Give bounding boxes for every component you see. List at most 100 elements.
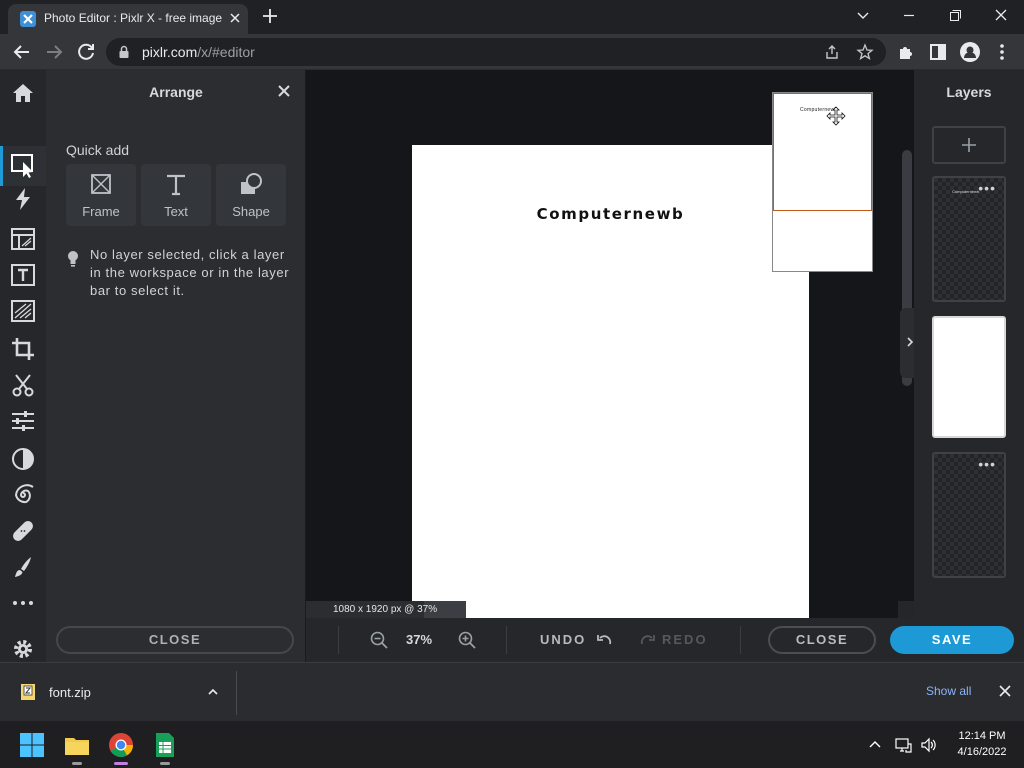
window-close-icon[interactable]: [978, 0, 1024, 32]
lock-icon: [118, 45, 130, 59]
layers-title: Layers: [946, 84, 992, 100]
layer-thumbnail-background[interactable]: [932, 316, 1006, 438]
arrange-icon[interactable]: [10, 152, 36, 178]
url-domain: pixlr.com: [142, 44, 198, 60]
expand-layers-toggle[interactable]: [900, 308, 914, 378]
arrange-panel: Arrange Quick add Frame Text Shape No la…: [46, 70, 306, 662]
layout-icon[interactable]: [10, 226, 36, 252]
minimize-icon[interactable]: [886, 0, 932, 32]
share-icon[interactable]: [824, 44, 840, 60]
quick-add-shape-button[interactable]: Shape: [216, 164, 286, 226]
layer-text-preview: Computernewb: [952, 189, 980, 194]
redo-button[interactable]: REDO: [662, 632, 708, 647]
zoom-level[interactable]: 37%: [406, 632, 432, 647]
cutout-icon[interactable]: [10, 372, 36, 398]
shape-label: Shape: [232, 204, 270, 219]
tool-rail: [0, 70, 46, 662]
filter-icon[interactable]: [10, 446, 36, 472]
editor-bottom-bar: 37% UNDO REDO CLOSE SAVE: [306, 618, 1024, 662]
shape-icon: [239, 172, 263, 196]
spreadsheet-app-icon[interactable]: [151, 731, 179, 759]
text-tool-icon: [164, 172, 188, 196]
adjust-icon[interactable]: [10, 408, 36, 434]
chrome-menu-icon[interactable]: [990, 40, 1014, 64]
network-icon[interactable]: [894, 736, 912, 754]
redo-arrow-icon[interactable]: [640, 632, 656, 648]
close-button[interactable]: CLOSE: [768, 626, 876, 654]
app-indicator: [160, 762, 170, 765]
file-explorer-icon[interactable]: [63, 731, 91, 759]
quick-add-label: Quick add: [66, 142, 130, 158]
frame-icon: [89, 172, 113, 196]
divider: [236, 671, 237, 715]
draw-brush-icon[interactable]: [10, 554, 36, 580]
lightbulb-icon: [66, 250, 80, 268]
tab-title: Photo Editor : Pixlr X - free image: [44, 11, 222, 25]
layer-more-icon[interactable]: •••: [978, 456, 996, 472]
profile-avatar-icon[interactable]: [958, 40, 982, 64]
text-icon[interactable]: [10, 262, 36, 288]
address-bar[interactable]: pixlr.com/x/#editor: [106, 38, 886, 66]
layers-panel: Layers Computernewb ••• •••: [914, 70, 1024, 618]
layer-thumbnail-empty[interactable]: •••: [932, 452, 1006, 578]
document-canvas[interactable]: Computernewb: [412, 145, 809, 618]
chevron-right-icon: [907, 337, 914, 347]
downloads-bar: font.zip Show all: [0, 662, 1024, 720]
divider: [506, 626, 507, 654]
canvas-text-layer[interactable]: Computernewb: [412, 205, 809, 223]
forward-arrow-icon[interactable]: [42, 40, 66, 64]
reload-icon[interactable]: [74, 40, 98, 64]
browser-tab[interactable]: Photo Editor : Pixlr X - free image: [8, 4, 248, 34]
crop-icon[interactable]: [10, 336, 36, 362]
layer-more-icon[interactable]: •••: [978, 180, 996, 196]
tray-chevron-up-icon[interactable]: [866, 736, 884, 754]
plus-icon: [962, 138, 976, 152]
side-panel-icon[interactable]: [926, 40, 950, 64]
back-arrow-icon[interactable]: [10, 40, 34, 64]
tab-search-chevron-icon[interactable]: [840, 0, 886, 32]
panel-close-icon[interactable]: [276, 83, 292, 99]
clock-date[interactable]: 4/16/2022: [950, 746, 1014, 758]
extensions-puzzle-icon[interactable]: [894, 40, 918, 64]
retouch-bandage-icon[interactable]: [10, 518, 36, 544]
canvas-size-badge: 1080 x 1920 px @ 37%: [306, 601, 466, 618]
downloads-close-icon[interactable]: [998, 684, 1012, 698]
new-tab-icon[interactable]: [260, 6, 280, 26]
save-button[interactable]: SAVE: [890, 626, 1014, 654]
quick-effects-icon[interactable]: [10, 186, 36, 212]
url-text: pixlr.com/x/#editor: [142, 44, 255, 60]
undo-button[interactable]: UNDO: [540, 632, 586, 647]
add-layer-button[interactable]: [932, 126, 1006, 164]
liquify-icon[interactable]: [10, 482, 36, 508]
restore-icon[interactable]: [932, 0, 978, 32]
quick-add-frame-button[interactable]: Frame: [66, 164, 136, 226]
download-file-name[interactable]: font.zip: [49, 685, 91, 700]
zip-file-icon: [20, 683, 36, 701]
workspace[interactable]: Computernewb Computernewb 1080 x 1920 px…: [306, 70, 914, 618]
chevron-up-icon[interactable]: [206, 685, 220, 699]
tab-close-icon[interactable]: [226, 9, 244, 27]
move-cursor-icon: [826, 106, 846, 126]
bookmark-star-icon[interactable]: [856, 43, 874, 61]
show-all-link[interactable]: Show all: [926, 684, 971, 698]
navigator-viewport[interactable]: Computernewb: [773, 93, 872, 211]
browser-toolbar: pixlr.com/x/#editor: [0, 34, 1024, 70]
quick-add-text-button[interactable]: Text: [141, 164, 211, 226]
divider: [338, 626, 339, 654]
settings-gear-icon[interactable]: [10, 636, 36, 662]
panel-close-button[interactable]: CLOSE: [56, 626, 294, 654]
zoom-in-icon[interactable]: [458, 631, 476, 649]
volume-icon[interactable]: [920, 736, 938, 754]
windows-start-icon[interactable]: [18, 731, 46, 759]
more-tools-icon[interactable]: [10, 590, 36, 616]
frame-label: Frame: [82, 204, 120, 219]
text-label: Text: [164, 204, 188, 219]
chrome-icon[interactable]: [107, 731, 135, 759]
navigator-minimap[interactable]: Computernewb: [772, 92, 873, 272]
undo-arrow-icon[interactable]: [596, 632, 612, 648]
zoom-out-icon[interactable]: [370, 631, 388, 649]
element-icon[interactable]: [10, 298, 36, 324]
layer-thumbnail-text[interactable]: Computernewb •••: [932, 176, 1006, 302]
clock-time[interactable]: 12:14 PM: [950, 730, 1014, 742]
home-icon[interactable]: [10, 80, 36, 106]
